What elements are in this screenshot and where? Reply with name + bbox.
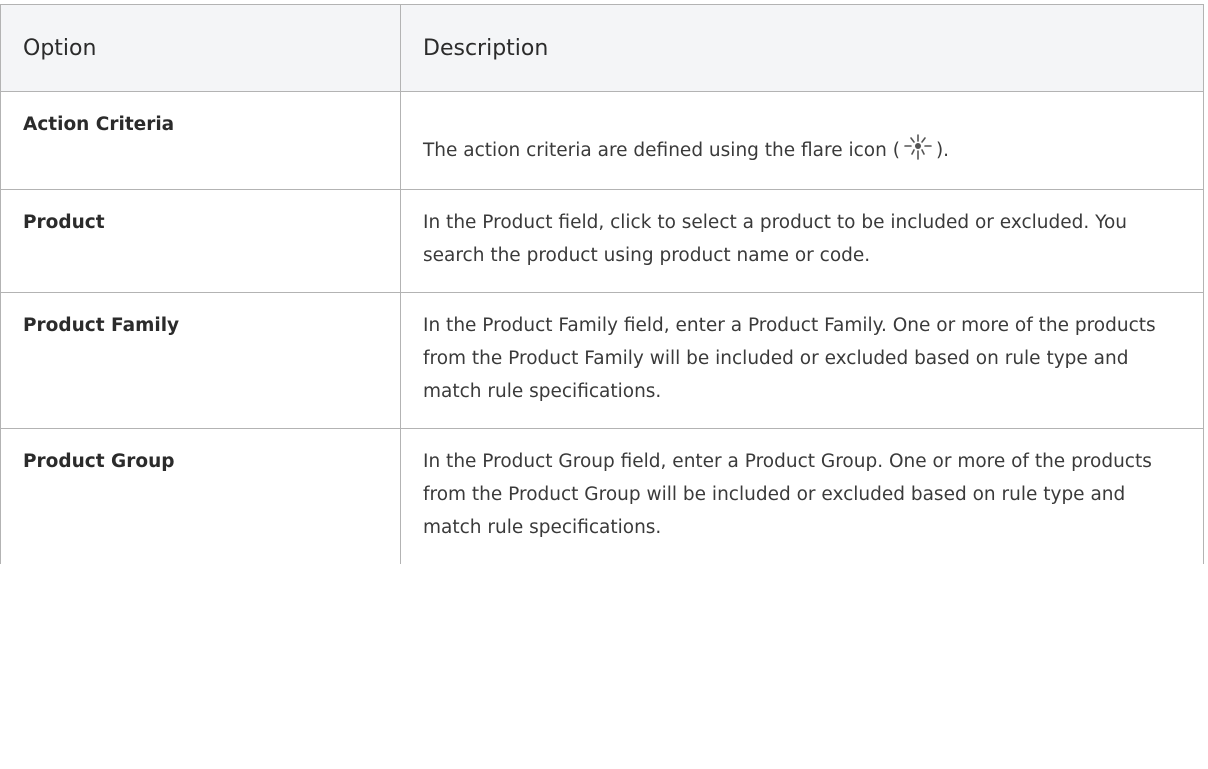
description-text-end: ). [935, 140, 950, 161]
option-name: Product Group [0, 428, 401, 564]
table-header-row: Option Description [0, 4, 1204, 92]
option-description: In the Product Family field, enter a Pro… [400, 292, 1204, 429]
table-row: Product Group In the Product Group field… [0, 428, 1204, 564]
table-row: Action Criteria The action criteria are … [0, 91, 1204, 190]
header-option: Option [0, 4, 401, 92]
option-description: In the Product field, click to select a … [400, 189, 1204, 293]
option-name: Product [0, 189, 401, 293]
option-name: Product Family [0, 292, 401, 429]
flare-icon [904, 134, 932, 160]
option-name: Action Criteria [0, 91, 401, 190]
header-description: Description [400, 4, 1204, 92]
options-table: Option Description Action Criteria The a… [0, 4, 1204, 564]
table-row: Product In the Product field, click to s… [0, 189, 1204, 293]
option-description: The action criteria are defined using th… [400, 91, 1204, 190]
table-row: Product Family In the Product Family fie… [0, 292, 1204, 429]
option-description: In the Product Group field, enter a Prod… [400, 428, 1204, 564]
description-text: The action criteria are defined using th… [423, 140, 900, 161]
